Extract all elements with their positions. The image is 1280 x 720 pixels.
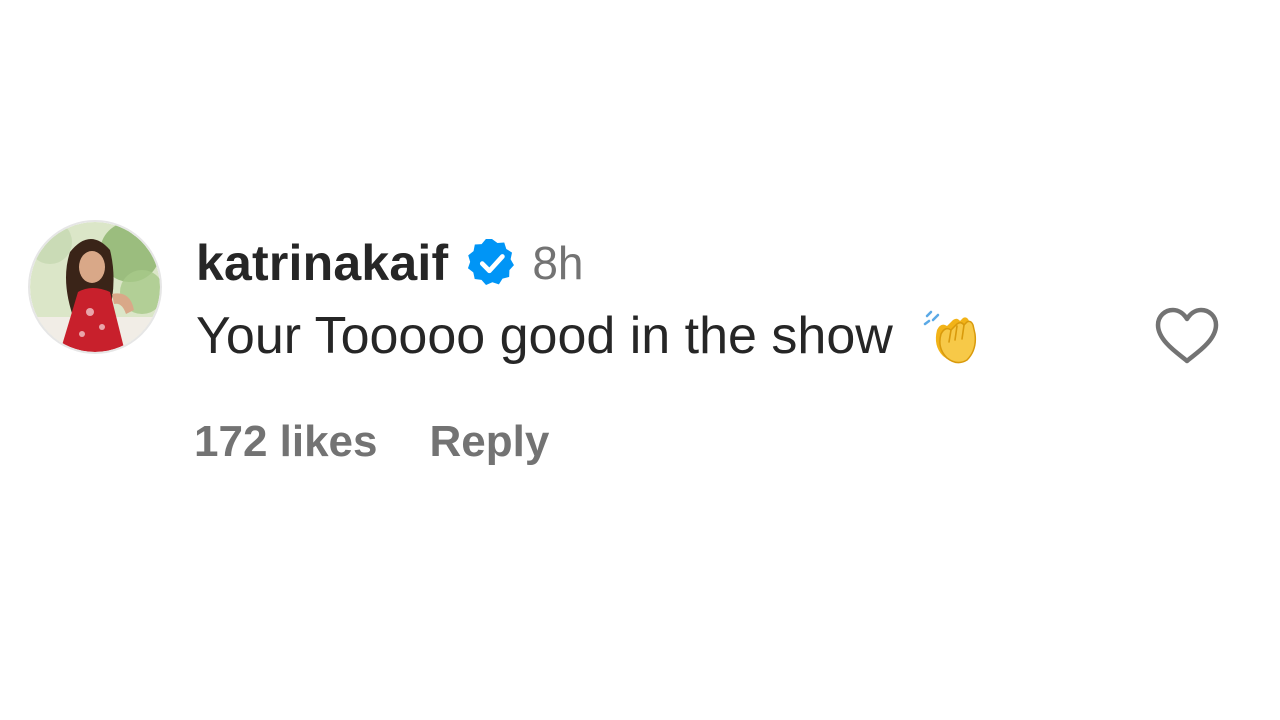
avatar[interactable] (28, 220, 162, 354)
reply-button[interactable]: Reply (430, 417, 550, 467)
comment-text: Your Tooooo good in the show (196, 307, 893, 365)
comment-item: katrinakaif 8h Your Tooooo good in the s… (28, 220, 1228, 480)
comment-actions: 172 likes Reply (194, 414, 549, 470)
comment-header: katrinakaif 8h (196, 228, 584, 298)
heart-outline-icon (1155, 307, 1219, 364)
avatar-image (30, 222, 160, 352)
like-button[interactable] (1154, 306, 1220, 366)
timestamp[interactable]: 8h (532, 236, 583, 290)
verified-badge-icon (466, 237, 518, 289)
likes-count[interactable]: 172 likes (194, 417, 378, 467)
clapping-hands-emoji-icon (919, 306, 979, 366)
username[interactable]: katrinakaif (196, 234, 448, 292)
comment-body: Your Tooooo good in the show (196, 304, 979, 368)
